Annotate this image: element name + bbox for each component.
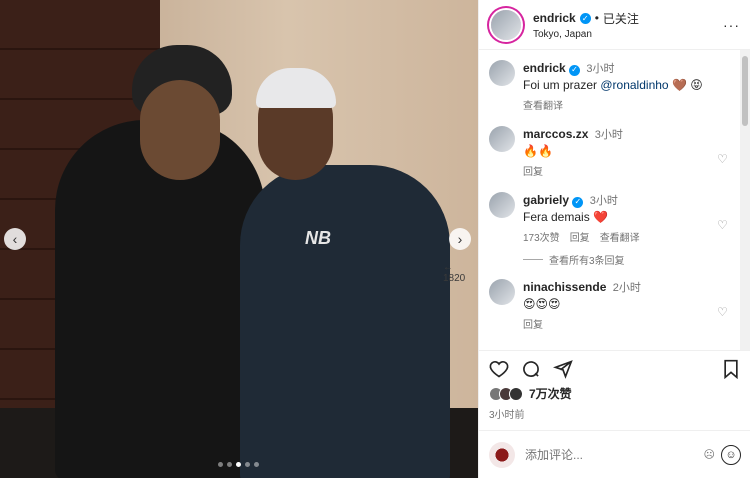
reply-link[interactable]: 回复 (523, 316, 543, 331)
verified-icon: ✓ (579, 12, 591, 24)
location-link[interactable]: Tokyo, Japan (533, 29, 723, 40)
scrollbar-thumb[interactable] (742, 56, 748, 126)
comment-time[interactable]: 3小时 (586, 63, 614, 75)
liker-avatars[interactable] (489, 386, 523, 401)
post-timestamp[interactable]: 3小时前 (489, 406, 741, 421)
wall-sign: ← 1820 (443, 262, 466, 284)
carousel-dot-active (236, 462, 241, 467)
see-translation-link[interactable]: 查看翻译 (523, 97, 563, 112)
comment-composer: ☹ ☺ (479, 430, 750, 478)
caption: endrick ✓ 3小时 Foi um prazer @ronaldinho … (489, 60, 731, 112)
like-button[interactable] (489, 359, 509, 379)
carousel-dot (254, 462, 259, 467)
save-button[interactable] (721, 359, 741, 379)
verified-icon: ✓ (572, 196, 584, 208)
post-sidebar: endrick ✓ • 已关注 Tokyo, Japan ··· endrick… (478, 0, 750, 478)
carousel-dot (245, 462, 250, 467)
author-username[interactable]: endrick (533, 11, 576, 25)
view-replies-button[interactable]: 查看所有3条回复 (523, 252, 731, 267)
emoji-picker-icon[interactable]: ☺ (721, 444, 741, 465)
comment-username[interactable]: gabriely (523, 193, 569, 207)
post-viewer: NB ← 1820 ‹ › endrick ✓ • 已关注 Tokyo, Jap… (0, 0, 750, 478)
comment-button[interactable] (521, 359, 541, 379)
post-header: endrick ✓ • 已关注 Tokyo, Japan ··· (479, 0, 750, 50)
comment-emoji: 🤎 😝 (671, 78, 703, 92)
person-right (240, 165, 450, 478)
more-options-icon[interactable]: ··· (723, 17, 740, 33)
comment-text: 🔥🔥 (523, 144, 553, 158)
post-actions: 7万次赞 3小时前 (479, 350, 750, 430)
likes-count[interactable]: 7万次赞 (529, 385, 572, 402)
cap (256, 68, 336, 108)
liker-avatar (509, 386, 523, 401)
heart-icon (489, 360, 509, 378)
post-photo[interactable]: NB ← 1820 ‹ › (0, 0, 478, 478)
shirt-logo: NB (305, 228, 331, 248)
comment-avatar[interactable] (489, 60, 515, 86)
reply-link[interactable]: 回复 (570, 229, 590, 244)
my-avatar[interactable] (489, 441, 515, 468)
reply-link[interactable]: 回复 (523, 163, 543, 178)
comment-time[interactable]: 3小时 (590, 195, 618, 207)
mention-link[interactable]: @ronaldinho (600, 78, 668, 92)
comments-scrollbar[interactable] (740, 50, 750, 350)
comment-item: ninachissende 2小时 😍😍😍 回复 ♡ (489, 279, 731, 331)
emoji-icon[interactable]: ☹ (704, 448, 715, 461)
comments-list: endrick ✓ 3小时 Foi um prazer @ronaldinho … (479, 50, 741, 350)
comment-time[interactable]: 3小时 (595, 129, 623, 141)
like-comment-icon[interactable]: ♡ (717, 126, 731, 178)
replies-divider (523, 259, 543, 260)
head-left (140, 80, 220, 180)
comment-item: gabriely ✓ 3小时 Fera demais ❤️ 173次赞 回复 查… (489, 192, 731, 244)
comment-time[interactable]: 2小时 (613, 282, 641, 294)
carousel-dot (227, 462, 232, 467)
see-translation-link[interactable]: 查看翻译 (600, 229, 640, 244)
verified-icon: ✓ (569, 64, 581, 76)
comment-text: Foi um prazer (523, 78, 601, 92)
separator: • (594, 11, 599, 25)
comment-username[interactable]: endrick (523, 61, 566, 75)
author-avatar[interactable] (491, 9, 521, 40)
share-button[interactable] (553, 359, 573, 379)
prev-photo-button[interactable]: ‹ (4, 228, 26, 250)
like-comment-icon[interactable]: ♡ (717, 279, 731, 331)
carousel-dot (218, 462, 223, 467)
comment-username[interactable]: marccos.zx (523, 127, 588, 141)
comment-text: Fera demais ❤️ (523, 210, 608, 224)
next-photo-button[interactable]: › (449, 228, 471, 250)
send-icon (553, 360, 573, 379)
comment-input[interactable] (525, 447, 704, 462)
chevron-left-icon: ‹ (12, 231, 18, 247)
comment-icon (523, 361, 539, 377)
bookmark-icon (724, 359, 738, 379)
view-replies-label: 查看所有3条回复 (549, 256, 625, 267)
comment-avatar[interactable] (489, 279, 515, 305)
follow-button[interactable]: 已关注 (603, 10, 639, 27)
comment-avatar[interactable] (489, 192, 515, 218)
chevron-right-icon: › (457, 231, 463, 247)
comment-item: marccos.zx 3小时 🔥🔥 回复 ♡ (489, 126, 731, 178)
like-comment-icon[interactable]: ♡ (717, 192, 731, 244)
comment-avatar[interactable] (489, 126, 515, 152)
comment-likes[interactable]: 173次赞 (523, 229, 560, 244)
comment-text: 😍😍😍 (523, 297, 561, 311)
carousel-dots (218, 462, 259, 467)
comment-username[interactable]: ninachissende (523, 280, 606, 294)
